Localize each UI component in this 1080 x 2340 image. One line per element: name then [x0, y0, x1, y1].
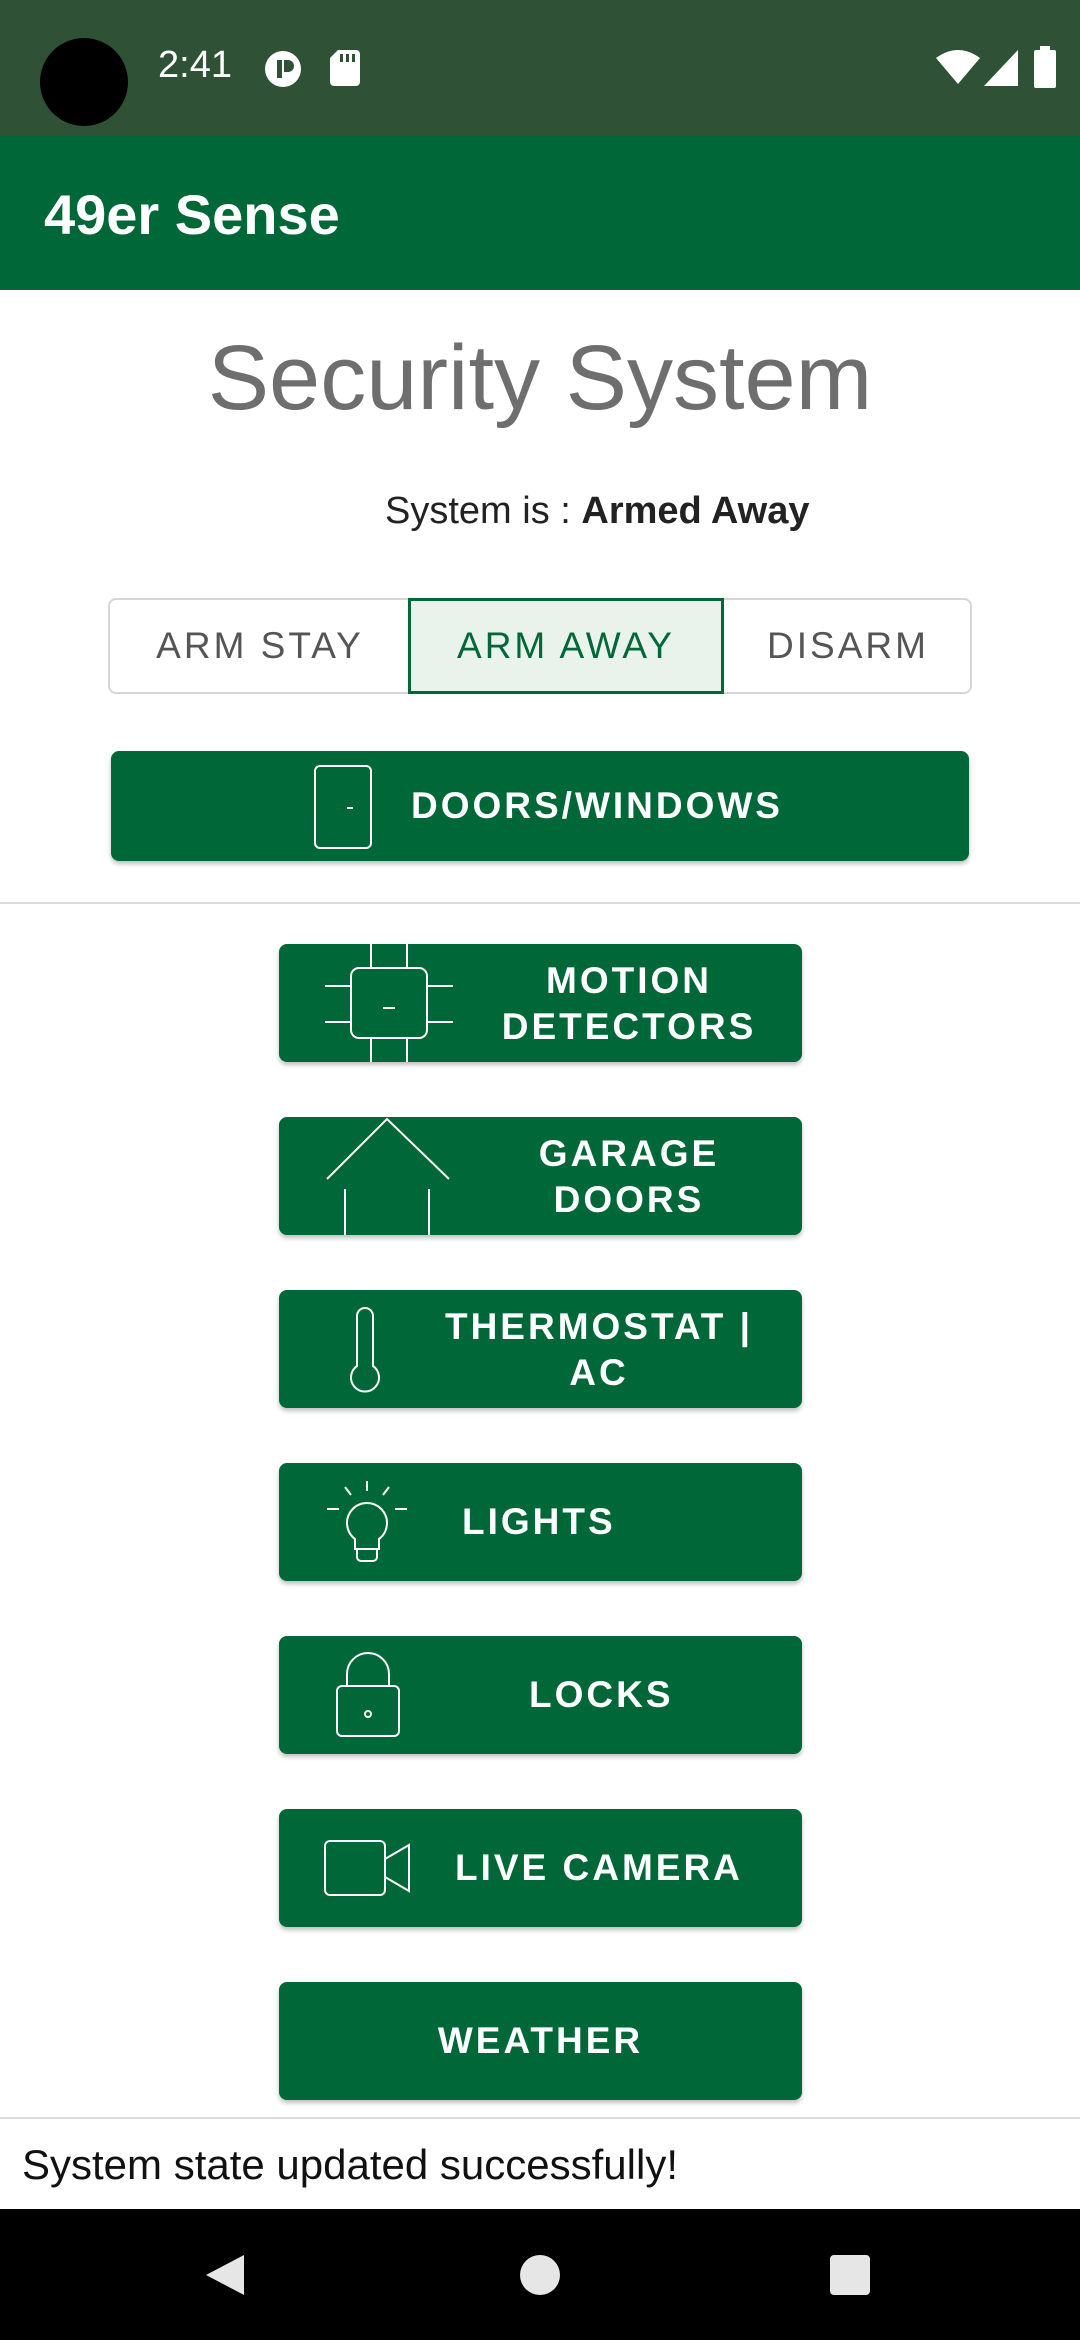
- wifi-icon: [936, 50, 980, 84]
- arm-mode-toggle: ARM STAY ARM AWAY DISARM: [108, 598, 972, 694]
- doors-windows-label: DOORS/WINDOWS: [411, 785, 783, 826]
- motion-sensor-icon: [325, 944, 453, 1062]
- system-status-value: Armed Away: [581, 490, 810, 532]
- garage-icon: [326, 1117, 450, 1235]
- page-title: Security System: [207, 327, 873, 429]
- status-bar: 2:41: [0, 0, 1080, 136]
- section-divider: [0, 902, 1080, 904]
- snackbar-message: System state updated successfully!: [22, 2141, 678, 2188]
- weather-label: WEATHER: [437, 2020, 644, 2061]
- signal-icon: [984, 50, 1018, 86]
- live-camera-label: LIVE CAMERA: [455, 1847, 743, 1888]
- motion-detectors-button[interactable]: MOTION DETECTORS: [279, 944, 802, 1062]
- lights-label: LIGHTS: [462, 1501, 616, 1542]
- garage-doors-button[interactable]: GARAGE DOORS: [279, 1117, 802, 1235]
- recents-icon[interactable]: [830, 2255, 870, 2295]
- weather-button[interactable]: WEATHER: [279, 1982, 802, 2100]
- garage-doors-label: GARAGE DOORS: [538, 1133, 720, 1220]
- navigation-bar: [0, 2209, 1080, 2340]
- live-camera-button[interactable]: LIVE CAMERA: [279, 1809, 802, 1927]
- doors-windows-button[interactable]: DOORS/WINDOWS: [111, 751, 969, 861]
- thermostat-ac-button[interactable]: THERMOSTAT | AC: [279, 1290, 802, 1408]
- back-icon[interactable]: [204, 2253, 246, 2297]
- arm-stay-button[interactable]: ARM STAY: [110, 600, 410, 692]
- locks-label: LOCKS: [529, 1674, 674, 1715]
- lock-icon: [336, 1652, 400, 1737]
- battery-icon: [1034, 46, 1056, 88]
- system-status-label: System is :: [385, 490, 582, 532]
- snackbar: System state updated successfully!: [0, 2119, 1080, 2209]
- motion-detectors-label: MOTION DETECTORS: [501, 960, 757, 1047]
- sd-card-icon: [330, 50, 360, 86]
- locks-button[interactable]: LOCKS: [279, 1636, 802, 1754]
- arm-away-button[interactable]: ARM AWAY: [408, 598, 724, 694]
- system-status: System is : Armed Away: [385, 490, 809, 533]
- thermometer-icon: [350, 1307, 380, 1393]
- camera-cutout: [40, 38, 128, 126]
- app-title: 49er Sense: [44, 183, 340, 246]
- door-icon: [314, 765, 372, 849]
- lights-button[interactable]: LIGHTS: [279, 1463, 802, 1581]
- app-bar: 49er Sense: [0, 136, 1080, 290]
- disarm-button[interactable]: DISARM: [724, 600, 972, 692]
- lightbulb-icon: [327, 1481, 407, 1562]
- video-camera-icon: [324, 1840, 410, 1896]
- thermostat-ac-label: THERMOSTAT | AC: [444, 1306, 754, 1393]
- status-time: 2:41: [158, 44, 232, 86]
- notification-icon: [265, 51, 301, 87]
- home-icon[interactable]: [520, 2255, 560, 2295]
